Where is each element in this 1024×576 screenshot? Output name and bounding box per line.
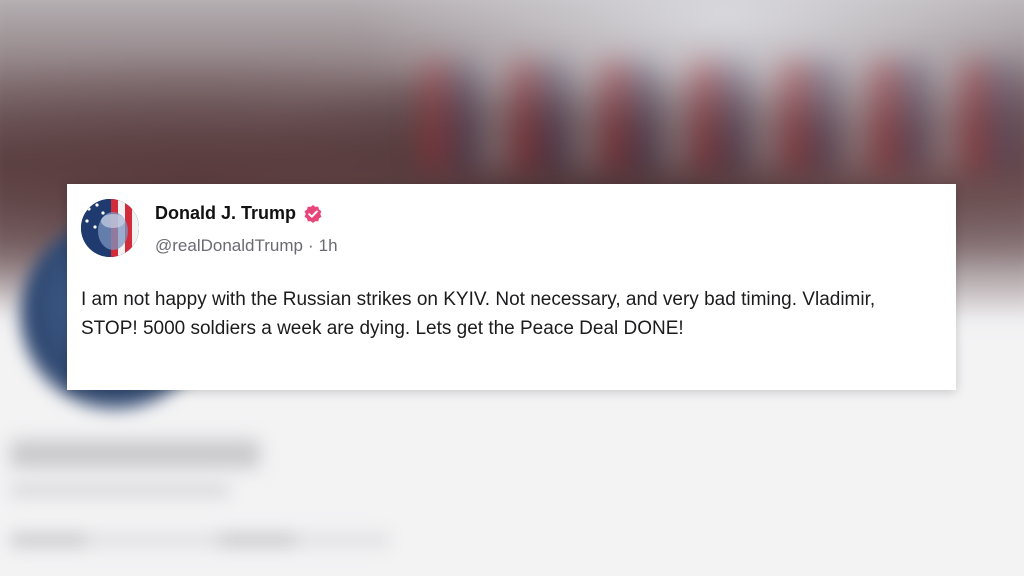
- meta-separator: ·: [307, 236, 314, 255]
- author-name-row[interactable]: Donald J. Trump: [155, 203, 323, 224]
- profile-handle-blurred: [10, 482, 230, 498]
- author-name[interactable]: Donald J. Trump: [155, 203, 296, 224]
- screen: Donald J. Trump @realDonaldTrump · 1h I am…: [0, 0, 1024, 576]
- banner-flags-blurred: [420, 60, 1020, 170]
- post-meta: @realDonaldTrump · 1h: [155, 236, 338, 256]
- post-body: I am not happy with the Russian strikes …: [81, 289, 876, 339]
- author-avatar[interactable]: [81, 199, 139, 257]
- post-card[interactable]: Donald J. Trump @realDonaldTrump · 1h I am…: [67, 184, 956, 390]
- profile-stats-blurred: [10, 532, 390, 548]
- author-handle[interactable]: @realDonaldTrump: [155, 236, 303, 255]
- post-time[interactable]: 1h: [319, 236, 338, 255]
- verified-badge-icon: [303, 204, 323, 224]
- profile-name-blurred: [10, 440, 260, 468]
